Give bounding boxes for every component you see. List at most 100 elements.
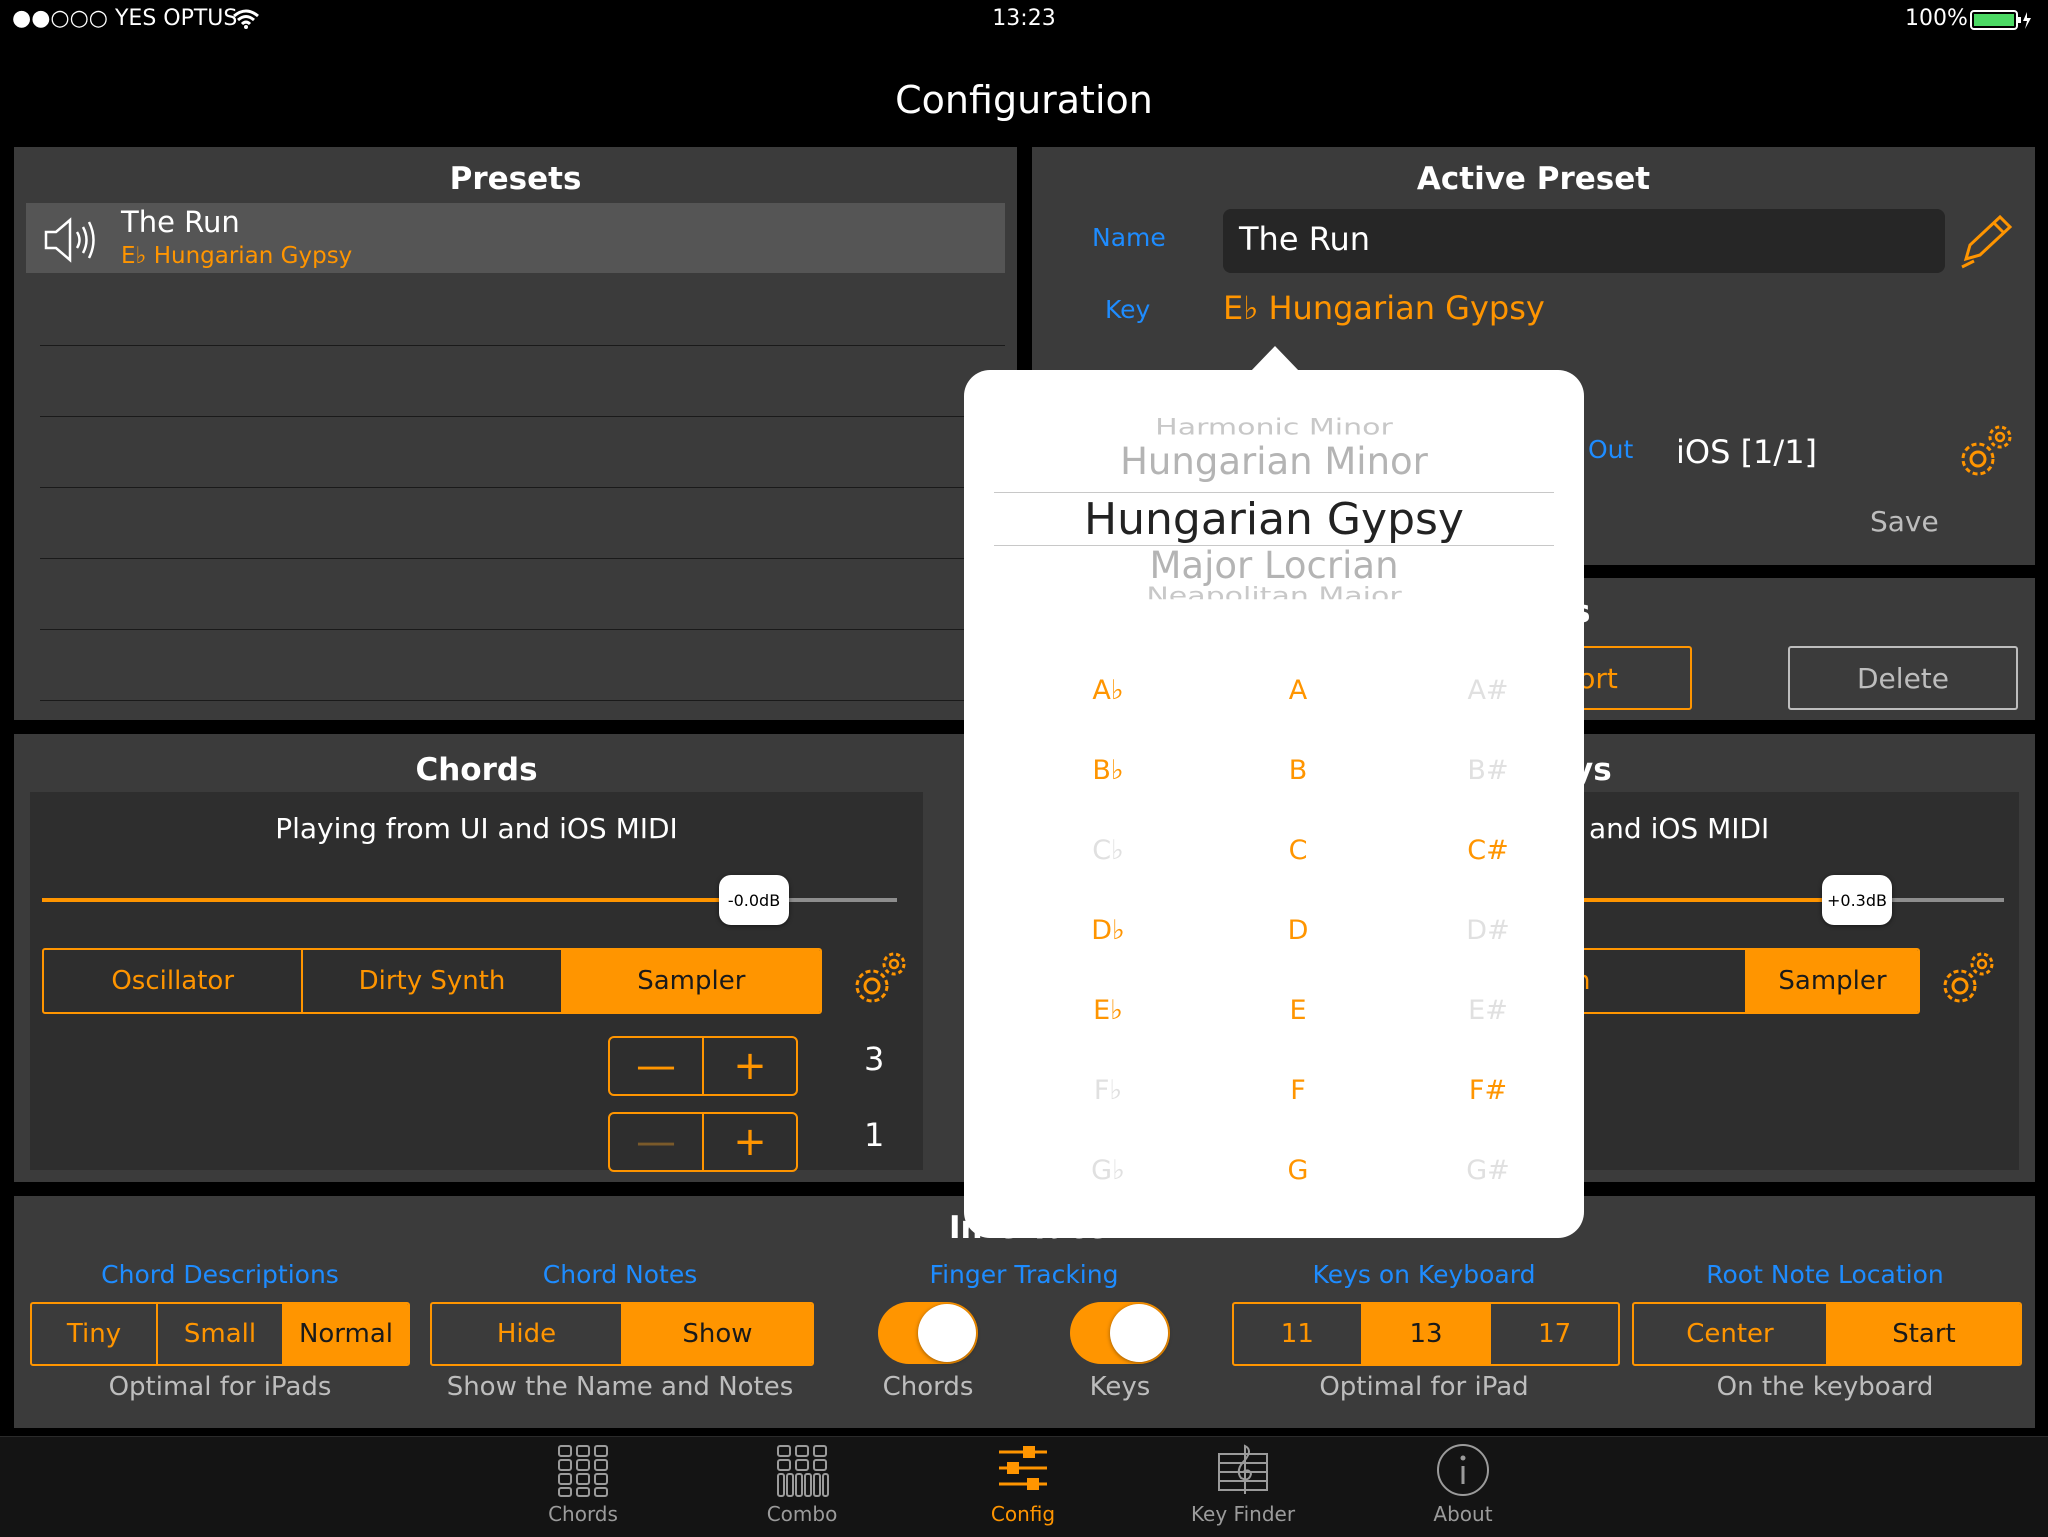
- tab-label: Key Finder: [1190, 1502, 1296, 1526]
- option-start[interactable]: Start: [1828, 1304, 2020, 1364]
- decrement-button[interactable]: —: [610, 1038, 704, 1094]
- gear-icon[interactable]: [848, 948, 910, 1010]
- chords-title: Chords: [415, 752, 538, 788]
- page-title: Configuration: [895, 78, 1153, 122]
- battery-percent: 100%: [1905, 6, 1968, 31]
- key-button[interactable]: F: [1238, 1075, 1358, 1106]
- save-button[interactable]: Save: [1870, 505, 1939, 538]
- key-button: G♭: [1091, 1155, 1125, 1186]
- keys-volume-thumb[interactable]: +0.3dB: [1822, 875, 1892, 925]
- row-divider: [40, 416, 1005, 417]
- keys-on-keyboard-label: Keys on Keyboard: [1312, 1260, 1536, 1289]
- option-13[interactable]: 13: [1362, 1304, 1492, 1364]
- keys-subtitle: and iOS MIDI: [1589, 812, 1770, 845]
- increment-button[interactable]: +: [704, 1114, 796, 1170]
- chords-volume-thumb[interactable]: -0.0dB: [719, 875, 789, 925]
- key-button: C♭: [1092, 835, 1124, 866]
- preset-row-selected[interactable]: The Run E♭ Hungarian Gypsy: [26, 203, 1005, 273]
- chords-instrument-selector: Oscillator Dirty Synth Sampler: [42, 948, 822, 1014]
- chord-notes-label: Chord Notes: [542, 1260, 698, 1289]
- gear-icon[interactable]: [1936, 948, 1998, 1010]
- key-button: B#: [1467, 755, 1509, 786]
- key-button: G#: [1466, 1155, 1510, 1186]
- key-label: Key: [1105, 295, 1151, 324]
- option-11[interactable]: 11: [1234, 1304, 1363, 1364]
- clock: 13:23: [992, 6, 1056, 31]
- chords-subtitle: Playing from UI and iOS MIDI: [275, 812, 678, 845]
- chords-volume-track-filled: [42, 898, 757, 902]
- out-value[interactable]: iOS [1/1]: [1676, 433, 1817, 471]
- tab-config[interactable]: Config: [943, 1442, 1103, 1526]
- option-center[interactable]: Center: [1634, 1304, 1828, 1364]
- finger-tracking-chords-caption: Chords: [882, 1372, 974, 1402]
- instrument-oscillator[interactable]: Oscillator: [44, 950, 304, 1012]
- row-divider: [40, 345, 1005, 346]
- key-button[interactable]: F#: [1428, 1075, 1548, 1106]
- tab-label: Combo: [766, 1502, 838, 1526]
- key-button: A#: [1467, 675, 1509, 706]
- info-icon: [1437, 1444, 1489, 1496]
- key-button: E#: [1468, 995, 1508, 1026]
- tab-label: Config: [990, 1502, 1056, 1526]
- key-button[interactable]: B♭: [1048, 755, 1168, 786]
- increment-button[interactable]: +: [704, 1038, 796, 1094]
- tab-chords[interactable]: Chords: [503, 1442, 663, 1526]
- root-note-location-selector: Center Start: [1632, 1302, 2022, 1366]
- stepper-2-value: 1: [864, 1116, 885, 1154]
- tab-key-finder[interactable]: Key Finder: [1163, 1442, 1323, 1526]
- tab-about[interactable]: About: [1383, 1442, 1543, 1526]
- out-label: Out: [1588, 435, 1634, 464]
- row-divider: [40, 487, 1005, 488]
- instrument-dirty-synth[interactable]: n: [1566, 950, 1747, 1012]
- key-button[interactable]: A♭: [1048, 675, 1168, 706]
- delete-button[interactable]: Delete: [1788, 646, 2018, 710]
- key-button: F♭: [1093, 1075, 1123, 1106]
- key-button[interactable]: C#: [1428, 835, 1548, 866]
- decrement-button[interactable]: —: [610, 1114, 704, 1170]
- name-label: Name: [1092, 223, 1166, 252]
- key-button[interactable]: B: [1238, 755, 1358, 786]
- key-button[interactable]: E♭: [1048, 995, 1168, 1026]
- presets-panel: Presets The Run E♭ Hungarian Gypsy: [14, 147, 1017, 720]
- chord-descriptions-selector: Tiny Small Normal: [30, 1302, 410, 1366]
- option-hide[interactable]: Hide: [432, 1304, 623, 1364]
- key-button[interactable]: C: [1238, 835, 1358, 866]
- presets-title: Presets: [449, 161, 582, 197]
- option-show[interactable]: Show: [623, 1304, 812, 1364]
- key-grid: A♭ A A# B♭ B B# C♭ C C# D♭ D D# E♭ E E# F♭ F F# G♭ G G#: [964, 370, 1584, 1238]
- key-value[interactable]: E♭ Hungarian Gypsy: [1223, 289, 1545, 327]
- root-note-location-label: Root Note Location: [1706, 1260, 1944, 1289]
- keys-on-keyboard-caption: Optimal for iPad: [1319, 1372, 1529, 1402]
- pencil-icon[interactable]: [1954, 211, 2016, 273]
- row-divider: [40, 558, 1005, 559]
- stepper-1-value: 3: [864, 1040, 885, 1078]
- key-button[interactable]: D: [1238, 915, 1358, 946]
- finger-tracking-keys-caption: Keys: [1089, 1372, 1151, 1402]
- option-small[interactable]: Small: [158, 1304, 284, 1364]
- gear-icon[interactable]: [1954, 421, 2016, 483]
- option-17[interactable]: 17: [1491, 1304, 1618, 1364]
- root-note-location-caption: On the keyboard: [1716, 1372, 1934, 1402]
- key-button[interactable]: E: [1238, 995, 1358, 1026]
- finger-tracking-keys-toggle[interactable]: [1070, 1302, 1170, 1364]
- instrument-sampler[interactable]: Sampler: [562, 950, 820, 1012]
- option-normal[interactable]: Normal: [284, 1304, 408, 1364]
- keys-on-keyboard-selector: 11 13 17: [1232, 1302, 1620, 1366]
- instrument-dirty-synth[interactable]: Dirty Synth: [303, 950, 563, 1012]
- key-picker-popover: Harmonic Minor Hungarian Minor Hungarian…: [964, 370, 1584, 1238]
- tab-combo[interactable]: Combo: [722, 1442, 882, 1526]
- chords-grid-icon: [558, 1445, 608, 1497]
- instrument-sampler[interactable]: Sampler: [1747, 950, 1918, 1012]
- staff-clef-icon: [1218, 1444, 1268, 1494]
- row-divider: [40, 700, 1005, 701]
- chord-notes-selector: Hide Show: [430, 1302, 814, 1366]
- chords-stepper-2: — +: [608, 1112, 798, 1172]
- key-button: D#: [1466, 915, 1510, 946]
- preset-name: The Run: [121, 205, 240, 239]
- key-button[interactable]: A: [1238, 675, 1358, 706]
- option-tiny[interactable]: Tiny: [32, 1304, 158, 1364]
- finger-tracking-chords-toggle[interactable]: [878, 1302, 978, 1364]
- key-button[interactable]: D♭: [1048, 915, 1168, 946]
- key-button[interactable]: G: [1238, 1155, 1358, 1186]
- name-field[interactable]: The Run: [1223, 209, 1945, 273]
